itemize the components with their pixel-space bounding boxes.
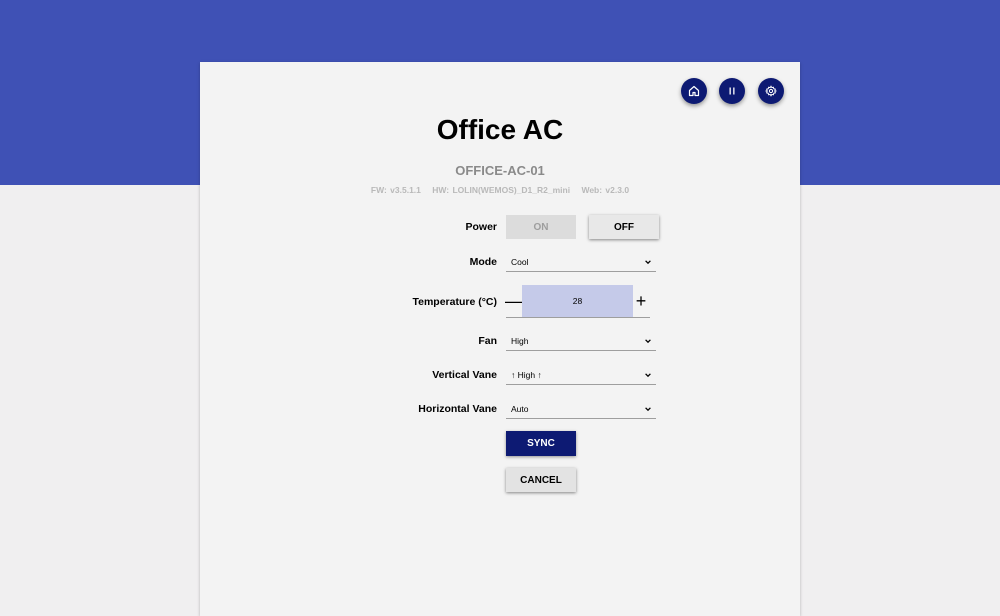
page-title: Office AC: [436, 114, 564, 145]
mode-value: Cool: [511, 256, 529, 267]
fan-select[interactable]: High: [506, 331, 656, 351]
chevron-down-icon: [645, 372, 651, 377]
version-info: FW: v3.5.1.1 HW: LOLIN(WEMOS)_D1_R2_mini…: [200, 185, 800, 195]
horizontal-vane-value: Auto: [511, 403, 529, 414]
ac-control-card: Office AC OFFICE-AC-01 FW: v3.5.1.1 HW: …: [200, 62, 800, 616]
vertical-vane-select[interactable]: ↑ High ↑: [506, 365, 656, 385]
vertical-vane-value: ↑ High ↑: [511, 369, 542, 380]
temperature-input[interactable]: 28: [522, 285, 633, 317]
fan-value: High: [511, 335, 529, 346]
cancel-button[interactable]: CANCEL: [506, 468, 576, 492]
vertical-vane-label: Vertical Vane: [432, 369, 497, 381]
chevron-down-icon: [645, 338, 651, 343]
settings-icon: [765, 85, 777, 97]
mode-select[interactable]: Cool: [506, 252, 656, 272]
pause-icon: [729, 87, 735, 95]
power-on-button[interactable]: ON: [506, 215, 576, 239]
device-id: OFFICE-AC-01: [455, 163, 545, 178]
settings-button[interactable]: [758, 78, 784, 104]
pause-button[interactable]: [719, 78, 745, 104]
home-icon: [688, 85, 700, 97]
fw-version: FW: v3.5.1.1: [370, 185, 421, 195]
web-version: Web: v2.3.0: [581, 185, 630, 195]
chevron-down-icon: [645, 259, 651, 264]
power-off-button[interactable]: OFF: [589, 215, 659, 239]
temperature-decrease-button[interactable]: —: [505, 290, 523, 312]
temperature-underline: [506, 317, 650, 318]
home-button[interactable]: [681, 78, 707, 104]
horizontal-vane-select[interactable]: Auto: [506, 399, 656, 419]
sync-button[interactable]: SYNC: [506, 431, 576, 456]
hw-version: HW: LOLIN(WEMOS)_D1_R2_mini: [432, 185, 571, 195]
temperature-label: Temperature (°C): [412, 296, 497, 308]
fan-label: Fan: [478, 335, 497, 347]
mode-label: Mode: [469, 256, 497, 268]
horizontal-vane-label: Horizontal Vane: [418, 403, 497, 415]
power-label: Power: [465, 221, 497, 233]
chevron-down-icon: [645, 406, 651, 411]
temperature-increase-button[interactable]: +: [633, 290, 649, 312]
